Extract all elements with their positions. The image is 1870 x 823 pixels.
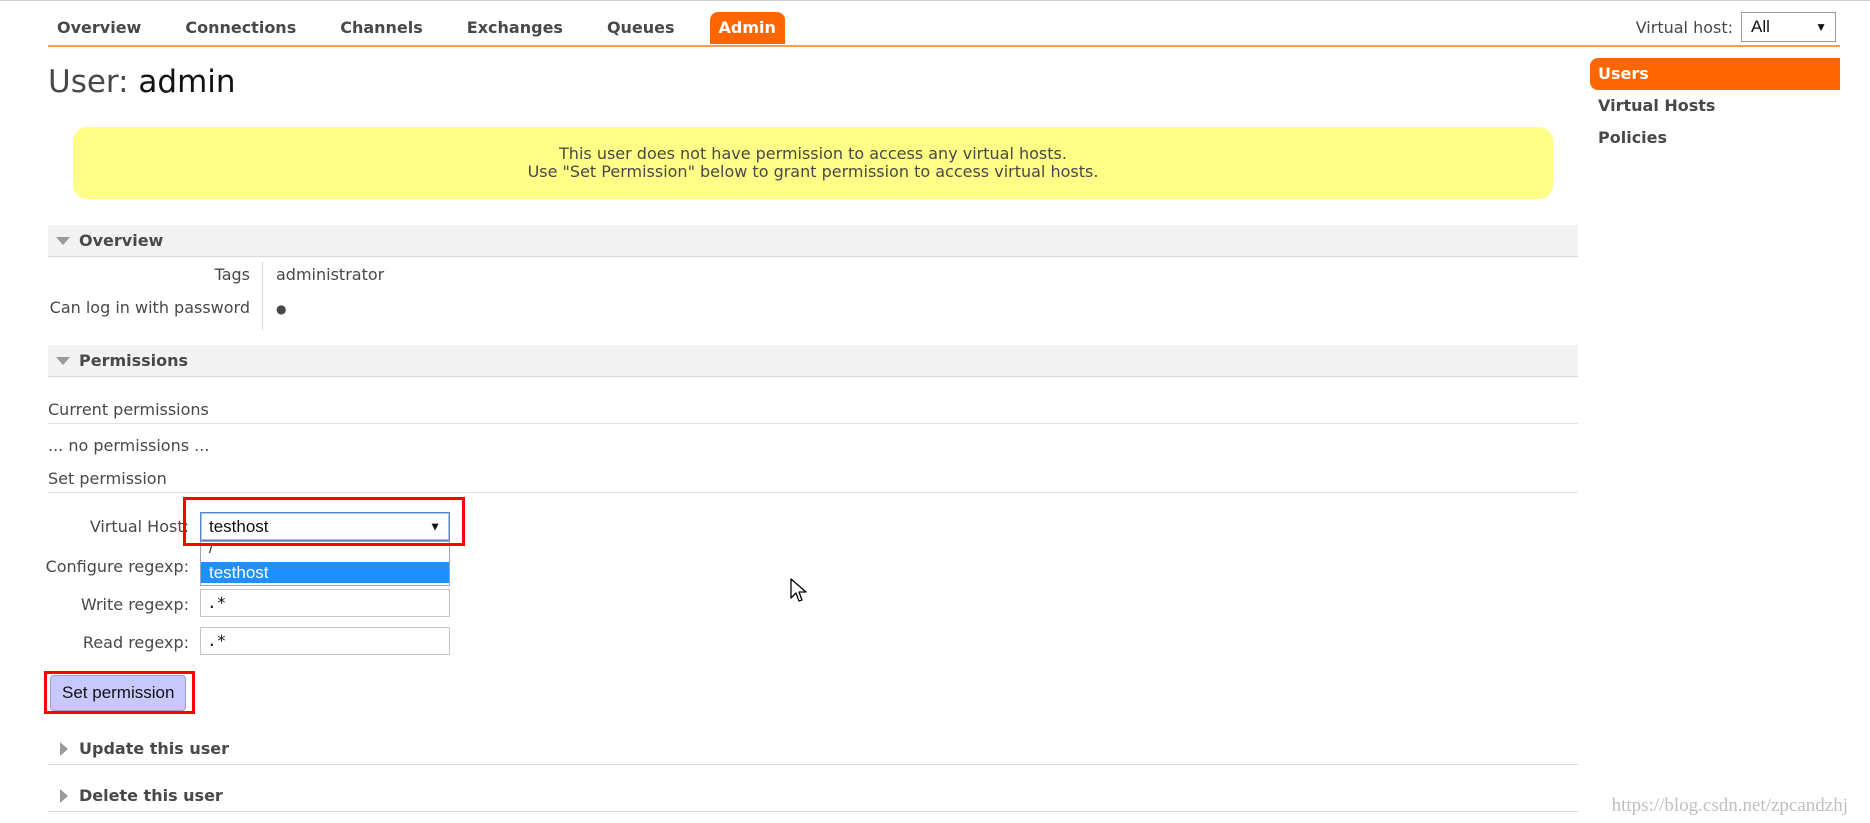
expand-triangle-icon xyxy=(60,742,68,756)
section-overview-header[interactable]: Overview xyxy=(48,225,1578,257)
no-permissions-text: ... no permissions ... xyxy=(48,436,210,455)
admin-sidebar: Users Virtual Hosts Policies xyxy=(1590,58,1840,154)
section-update-user-header[interactable]: Update this user xyxy=(48,733,1578,765)
tab-overview[interactable]: Overview xyxy=(48,12,150,44)
can-login-label: Can log in with password xyxy=(49,298,250,317)
read-regexp-input[interactable]: .* xyxy=(200,627,450,655)
tab-admin[interactable]: Admin xyxy=(709,12,785,44)
virtual-host-filter-value: All xyxy=(1751,17,1770,36)
sidebar-item-policies[interactable]: Policies xyxy=(1590,122,1840,154)
main-nav: Overview Connections Channels Exchanges … xyxy=(48,12,811,46)
expand-triangle-icon xyxy=(60,789,68,803)
dropdown-arrow-icon: ▼ xyxy=(429,519,441,533)
tags-value: administrator xyxy=(276,265,385,284)
current-permissions-heading: Current permissions xyxy=(48,400,1578,424)
virtual-host-select-value: testhost xyxy=(209,517,269,536)
section-permissions-label: Permissions xyxy=(79,351,189,370)
virtual-host-filter-label: Virtual host: xyxy=(1635,17,1733,37)
set-permission-button[interactable]: Set permission xyxy=(50,675,187,711)
set-permission-heading: Set permission xyxy=(48,469,1578,493)
top-border xyxy=(0,0,1870,1)
page-title-username: admin xyxy=(138,64,236,100)
tags-label: Tags xyxy=(214,265,250,284)
virtual-host-label: Virtual Host: xyxy=(89,517,189,536)
section-delete-user-header[interactable]: Delete this user xyxy=(48,780,1578,812)
section-delete-user-label: Delete this user xyxy=(79,786,223,805)
overview-divider xyxy=(262,262,263,330)
warning-line-1: This user does not have permission to ac… xyxy=(559,144,1067,163)
warning-line-2: Use "Set Permission" below to grant perm… xyxy=(527,162,1099,181)
sidebar-item-virtual-hosts[interactable]: Virtual Hosts xyxy=(1590,90,1840,122)
configure-regexp-label: Configure regexp: xyxy=(45,557,189,576)
tab-connections[interactable]: Connections xyxy=(176,12,305,44)
no-permission-warning: This user does not have permission to ac… xyxy=(73,127,1553,199)
virtual-host-option-root[interactable]: / xyxy=(201,541,449,562)
section-update-user-label: Update this user xyxy=(79,739,230,758)
virtual-host-filter: Virtual host: All ▼ xyxy=(1636,12,1836,42)
collapse-triangle-icon xyxy=(56,237,70,245)
collapse-triangle-icon xyxy=(56,357,70,365)
section-permissions-header[interactable]: Permissions xyxy=(48,345,1578,377)
tab-channels[interactable]: Channels xyxy=(331,12,432,44)
nav-underline xyxy=(48,45,1840,47)
read-regexp-label: Read regexp: xyxy=(82,633,189,652)
virtual-host-option-testhost[interactable]: testhost xyxy=(201,562,449,583)
write-regexp-label: Write regexp: xyxy=(80,595,189,614)
page-title-prefix: User: xyxy=(48,64,129,100)
sidebar-item-users[interactable]: Users xyxy=(1590,58,1840,90)
page-title: User: admin xyxy=(48,64,236,100)
virtual-host-select[interactable]: testhost ▼ xyxy=(200,512,450,541)
watermark: https://blog.csdn.net/zpcandzhj xyxy=(1611,795,1848,816)
tab-queues[interactable]: Queues xyxy=(598,12,684,44)
section-overview-label: Overview xyxy=(79,231,164,250)
can-login-value: ● xyxy=(276,302,287,316)
virtual-host-dropdown-list: / testhost xyxy=(200,541,450,586)
dropdown-arrow-icon: ▼ xyxy=(1815,20,1827,34)
mouse-pointer-icon xyxy=(790,578,807,602)
virtual-host-filter-select[interactable]: All ▼ xyxy=(1741,12,1836,42)
tab-exchanges[interactable]: Exchanges xyxy=(458,12,572,44)
write-regexp-input[interactable]: .* xyxy=(200,589,450,617)
